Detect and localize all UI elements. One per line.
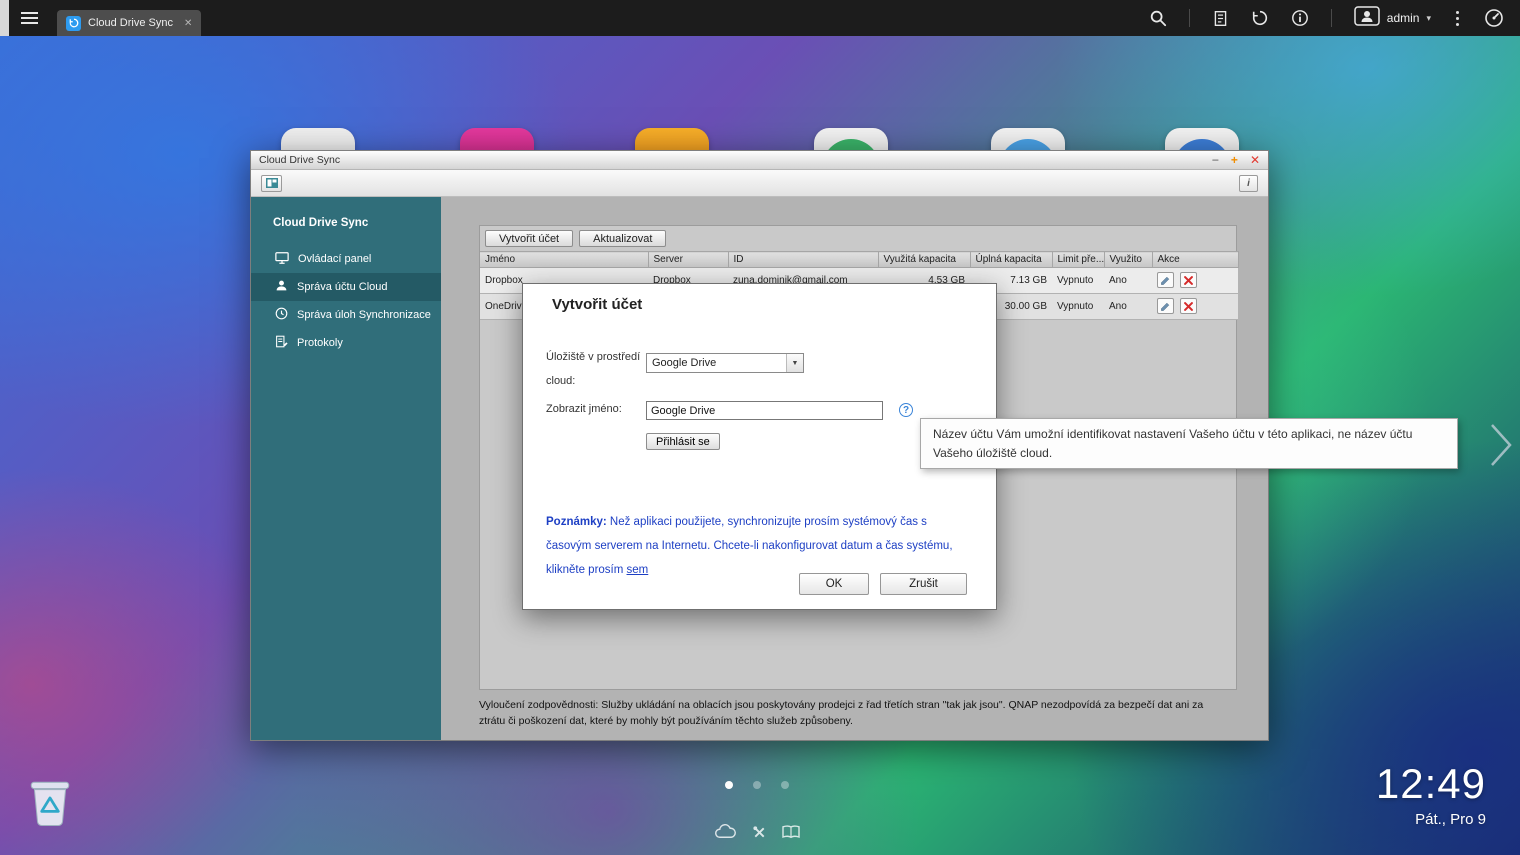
sidebar-title: Cloud Drive Sync	[251, 197, 441, 245]
page-dot-1[interactable]	[725, 781, 733, 789]
notification-info-icon[interactable]	[1291, 9, 1309, 27]
cell-limit: Vypnuto	[1052, 268, 1104, 294]
delete-account-icon[interactable]	[1180, 272, 1197, 288]
desktop: Cloud Drive Sync ✕ admin ▾	[0, 0, 1520, 855]
main-menu-button[interactable]	[9, 0, 49, 36]
desktop-quick-links	[714, 824, 800, 845]
myqnapcloud-icon[interactable]	[714, 824, 737, 845]
delete-account-icon[interactable]	[1180, 298, 1197, 314]
disclaimer-text: Vyloučení zodpovědnosti: Služby ukládání…	[479, 697, 1224, 730]
create-account-button[interactable]: Vytvořit účet	[485, 230, 573, 247]
cell-actions	[1152, 268, 1238, 294]
window-toolbar: i	[251, 170, 1268, 197]
display-name-input[interactable]	[646, 401, 883, 420]
ok-button[interactable]: OK	[799, 573, 869, 595]
col-name[interactable]: Jméno	[480, 252, 648, 268]
clock-icon	[275, 307, 288, 323]
window-titlebar[interactable]: Cloud Drive Sync − + ✕	[251, 151, 1268, 170]
username-label: admin	[1387, 11, 1420, 25]
storage-label: Úložiště v prostředí cloud:	[546, 345, 646, 393]
topbar-edge	[0, 0, 9, 36]
dialog-notes: Poznámky: Než aplikaci použijete, synchr…	[546, 510, 970, 582]
refresh-button[interactable]: Aktualizovat	[579, 230, 666, 247]
time-settings-link[interactable]: sem	[627, 564, 649, 576]
sign-in-button[interactable]: Přihlásit se	[646, 433, 720, 450]
utilities-icon[interactable]	[752, 825, 767, 845]
sidebar-item-label: Protokoly	[297, 337, 343, 349]
clock-time: 12:49	[1376, 760, 1486, 808]
chevron-down-icon: ▼	[786, 354, 803, 372]
person-icon	[275, 279, 288, 295]
window-sidebar: Cloud Drive Sync Ovládací panel Správa ú…	[251, 197, 441, 740]
dialog-title: Vytvořit účet	[552, 296, 642, 313]
col-enabled[interactable]: Využito	[1104, 252, 1152, 268]
col-limit[interactable]: Limit pře...	[1052, 252, 1104, 268]
notes-text: Než aplikaci použijete, synchronizujte p…	[546, 516, 953, 576]
cell-enabled: Ano	[1104, 268, 1152, 294]
topbar: Cloud Drive Sync ✕ admin ▾	[0, 0, 1520, 36]
cell-limit: Vypnuto	[1052, 294, 1104, 320]
cell-enabled: Ano	[1104, 294, 1152, 320]
topbar-separator	[1189, 9, 1190, 27]
user-menu[interactable]: admin ▾	[1354, 6, 1431, 31]
monitor-icon	[275, 251, 289, 268]
next-page-chevron-icon[interactable]	[1488, 420, 1514, 475]
help-book-icon[interactable]	[782, 825, 800, 844]
edit-account-icon[interactable]	[1157, 272, 1174, 288]
sidebar-item-label: Ovládací panel	[298, 253, 371, 265]
help-icon[interactable]: ?	[899, 403, 913, 417]
page-dot-3[interactable]	[781, 781, 789, 789]
cancel-button[interactable]: Zrušit	[880, 573, 967, 595]
sidebar-item-control-panel[interactable]: Ovládací panel	[251, 245, 441, 273]
sidebar-item-label: Správa účtu Cloud	[297, 281, 388, 293]
col-total[interactable]: Úplná kapacita	[970, 252, 1052, 268]
tab-label: Cloud Drive Sync	[88, 17, 173, 29]
background-tasks-icon[interactable]	[1212, 10, 1229, 27]
sidebar-item-sync-tasks[interactable]: Správa úloh Synchronizace	[251, 301, 441, 329]
maximize-icon[interactable]: +	[1231, 153, 1238, 167]
col-server[interactable]: Server	[648, 252, 728, 268]
account-name-tooltip: Název účtu Vám umožní identifikovat nast…	[920, 418, 1458, 469]
external-device-icon[interactable]	[1251, 9, 1269, 27]
page-dot-2[interactable]	[753, 781, 761, 789]
tab-cloud-drive-sync[interactable]: Cloud Drive Sync ✕	[57, 10, 201, 36]
clock-date: Pát., Pro 9	[1376, 811, 1486, 828]
close-icon[interactable]: ✕	[1250, 153, 1260, 167]
more-options-icon[interactable]	[1453, 11, 1462, 26]
tab-close-icon[interactable]: ✕	[184, 18, 192, 29]
topbar-right: admin ▾	[1149, 6, 1520, 31]
col-id[interactable]: ID	[728, 252, 878, 268]
panel-grid-icon	[266, 178, 278, 188]
sidebar-item-cloud-account[interactable]: Správa účtu Cloud	[251, 273, 441, 301]
sidebar-item-logs[interactable]: Protokoly	[251, 329, 441, 357]
storage-select-value: Google Drive	[652, 357, 716, 369]
edit-account-icon[interactable]	[1157, 298, 1174, 314]
col-actions[interactable]: Akce	[1152, 252, 1238, 268]
logs-icon	[275, 335, 288, 351]
desktop-clock: 12:49 Pát., Pro 9	[1376, 760, 1486, 828]
col-used[interactable]: Využitá kapacita	[878, 252, 970, 268]
user-badge-icon	[1354, 6, 1380, 31]
cell-actions	[1152, 294, 1238, 320]
storage-select[interactable]: Google Drive ▼	[646, 353, 804, 373]
recycle-bin-icon[interactable]	[26, 774, 74, 833]
table-header-row: Jméno Server ID Využitá kapacita Úplná k…	[480, 252, 1238, 268]
sidebar-item-label: Správa úloh Synchronizace	[297, 309, 431, 321]
minimize-icon[interactable]: −	[1212, 153, 1219, 167]
toggle-panel-button[interactable]	[261, 175, 282, 192]
dashboard-icon[interactable]	[1484, 8, 1504, 28]
notes-label: Poznámky:	[546, 516, 607, 528]
desktop-pagination	[725, 781, 789, 789]
display-name-label: Zobrazit jméno:	[546, 397, 622, 421]
cloud-drive-sync-app-icon	[66, 16, 81, 31]
topbar-separator	[1331, 9, 1332, 27]
chevron-down-icon: ▾	[1426, 13, 1431, 24]
search-icon[interactable]	[1149, 9, 1167, 27]
window-title: Cloud Drive Sync	[259, 154, 340, 166]
help-info-button[interactable]: i	[1239, 175, 1258, 192]
